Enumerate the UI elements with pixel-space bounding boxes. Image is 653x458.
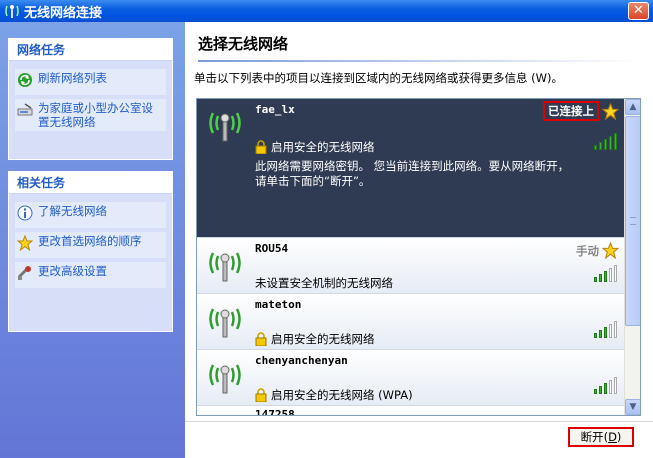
star-icon	[17, 235, 33, 251]
chevron-up-icon: ▲	[629, 102, 637, 112]
chevron-down-icon: ▼	[629, 402, 637, 412]
page-title: 选择无线网络	[198, 35, 289, 53]
network-item-147258[interactable]: 147258	[197, 406, 625, 415]
task-learn-wireless[interactable]: 了解无线网络	[15, 202, 166, 228]
network-ssid: fae_lx	[255, 103, 295, 116]
close-button[interactable]: ✕	[628, 2, 649, 20]
signal-strength	[594, 377, 617, 394]
disconnect-label: 断开	[580, 430, 604, 444]
network-tasks-title: 网络任务	[9, 39, 172, 61]
wireless-antenna-icon	[209, 112, 241, 142]
info-icon	[17, 205, 33, 221]
network-tasks-panel: 网络任务 刷新网络列表 为家庭或小型办公室设置无线网络	[8, 38, 173, 160]
task-label: 刷新网络列表	[38, 71, 107, 85]
main-content: 选择无线网络 单击以下列表中的项目以连接到区域内的无线网络或获得更多信息 (W)…	[185, 22, 653, 458]
title-bar: 无线网络连接 ✕	[0, 0, 653, 22]
security-row: 启用安全的无线网络	[255, 331, 375, 347]
task-label: 了解无线网络	[38, 204, 107, 218]
network-ssid: mateton	[255, 298, 302, 311]
preferred-star-icon	[602, 103, 619, 120]
task-label: 更改首选网络的顺序	[38, 234, 142, 248]
scroll-down-button[interactable]: ▼	[625, 399, 640, 415]
refresh-icon	[18, 73, 32, 87]
network-item-ROU54[interactable]: ROU54 手动 未设置安全机制的无线网络	[197, 238, 625, 294]
close-icon: ✕	[633, 3, 644, 18]
task-label: 更改高级设置	[38, 264, 107, 278]
preferred-star-icon	[602, 242, 619, 259]
scroll-up-button[interactable]: ▲	[625, 99, 640, 115]
task-change-preferred-order[interactable]: 更改首选网络的顺序	[15, 232, 166, 258]
lock-icon	[255, 140, 267, 154]
signal-strength	[594, 133, 617, 150]
task-label: 为家庭或小型办公室设置无线网络	[38, 101, 153, 129]
disconnect-button[interactable]: 断开(D)	[568, 427, 634, 447]
network-ssid: ROU54	[255, 242, 289, 255]
network-ssid: 147258	[255, 408, 295, 415]
network-description: 此网络需要网络密钥。 您当前连接到此网络。要从网络断开，请单击下面的“断开”。	[255, 159, 570, 188]
settings-icon	[17, 266, 31, 280]
signal-strength	[594, 265, 617, 282]
scroll-thumb[interactable]	[625, 116, 640, 326]
signal-strength	[594, 321, 617, 338]
connection-status: 手动	[576, 244, 599, 258]
related-tasks-panel: 相关任务 了解无线网络 更改首选网络的顺序 更改高级设置	[8, 171, 173, 332]
network-list-items: fae_lx 已连接上 启用安全的无线网络 此网络需要网络密钥。 您当前连接到此…	[197, 99, 625, 415]
setup-network-icon	[17, 103, 33, 116]
wireless-antenna-icon	[209, 364, 241, 394]
security-label: 启用安全的无线网络	[271, 332, 375, 346]
security-row: 启用安全的无线网络 (WPA)	[255, 387, 413, 403]
title-divider	[198, 60, 638, 62]
network-ssid: chenyanchenyan	[255, 354, 348, 367]
security-label: 未设置安全机制的无线网络	[255, 276, 393, 290]
wireless-antenna-icon	[209, 308, 241, 338]
task-setup-wireless-network[interactable]: 为家庭或小型办公室设置无线网络	[15, 99, 166, 131]
security-label: 启用安全的无线网络 (WPA)	[271, 388, 413, 402]
security-row: 未设置安全机制的无线网络	[255, 275, 393, 291]
network-item-mateton[interactable]: mateton 启用安全的无线网络	[197, 294, 625, 350]
window-title: 无线网络连接	[24, 5, 103, 21]
vertical-scrollbar[interactable]: ▲ ▼	[624, 99, 640, 415]
connection-status: 已连接上	[543, 101, 599, 121]
related-tasks-title: 相关任务	[9, 172, 172, 194]
security-row: 启用安全的无线网络	[255, 139, 375, 155]
task-pane: 网络任务 刷新网络列表 为家庭或小型办公室设置无线网络 相关任务 了解无线网络 …	[0, 22, 185, 458]
wireless-network-icon	[5, 5, 19, 18]
lock-icon	[255, 332, 267, 346]
security-label: 启用安全的无线网络	[271, 140, 375, 154]
task-advanced-settings[interactable]: 更改高级设置	[15, 262, 166, 288]
network-list[interactable]: fae_lx 已连接上 启用安全的无线网络 此网络需要网络密钥。 您当前连接到此…	[196, 98, 641, 416]
disconnect-accesskey: D	[608, 430, 617, 444]
network-item-fae_lx[interactable]: fae_lx 已连接上 启用安全的无线网络 此网络需要网络密钥。 您当前连接到此…	[197, 99, 625, 238]
instruction-text: 单击以下列表中的项目以连接到区域内的无线网络或获得更多信息 (W)。	[194, 71, 563, 85]
lock-icon	[255, 388, 267, 402]
footer-divider	[185, 421, 653, 422]
network-item-chenyanchenyan[interactable]: chenyanchenyan 启用安全的无线网络 (WPA)	[197, 350, 625, 406]
task-refresh-network-list[interactable]: 刷新网络列表	[15, 69, 166, 95]
wireless-antenna-icon	[209, 252, 241, 282]
